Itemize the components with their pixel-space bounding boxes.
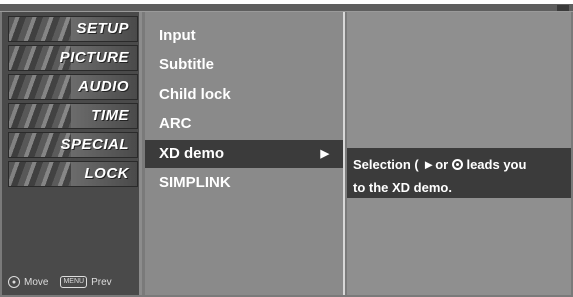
- arrow-right-icon: ▶: [320, 148, 329, 160]
- sidebar-item-label: AUDIO: [78, 78, 129, 95]
- description-suffix: leads you: [466, 157, 527, 172]
- description-panel: Selection ( ►or leads you to the XD demo…: [347, 12, 571, 295]
- sidebar-item-label: PICTURE: [59, 49, 129, 66]
- special-submenu: Input Subtitle Child lock ARC XD demo ▶ …: [145, 12, 345, 295]
- menu-item-label: Child lock: [159, 86, 231, 103]
- sidebar-item-lock[interactable]: LOCK: [8, 161, 138, 187]
- sidebar-item-label: SETUP: [76, 20, 129, 37]
- menu-key-icon: MENU: [60, 276, 88, 288]
- move-icon: ●: [8, 276, 20, 288]
- sidebar-item-label: LOCK: [84, 165, 129, 182]
- prev-label: Prev: [91, 276, 112, 288]
- menu-item-label: ARC: [159, 115, 192, 132]
- menu-item-label: SIMPLINK: [159, 174, 231, 191]
- sidebar-item-picture[interactable]: PICTURE: [8, 45, 138, 71]
- description-line-2: to the XD demo.: [353, 180, 452, 195]
- description-text: Selection ( ►or leads you to the XD demo…: [347, 148, 571, 198]
- sidebar-item-setup[interactable]: SETUP: [8, 16, 138, 42]
- description-prefix: Selection ( ►: [353, 157, 436, 172]
- sidebar-item-special[interactable]: SPECIAL: [8, 132, 138, 158]
- description-middle: or: [435, 157, 449, 172]
- sidebar-footer: ● Move MENU Prev: [8, 275, 140, 289]
- menu-item-xd-demo[interactable]: XD demo ▶: [145, 140, 343, 168]
- time-icon: [9, 104, 71, 128]
- top-bar: [0, 4, 573, 12]
- menu-item-simplink[interactable]: SIMPLINK: [145, 169, 343, 197]
- menu-item-label: Subtitle: [159, 56, 214, 73]
- audio-icon: [9, 75, 71, 99]
- sidebar-item-label: SPECIAL: [60, 136, 129, 153]
- setup-icon: [9, 17, 71, 41]
- move-label: Move: [24, 276, 49, 288]
- top-bar-notch: [557, 5, 569, 11]
- menu-item-label: XD demo: [159, 145, 225, 162]
- sidebar-item-audio[interactable]: AUDIO: [8, 74, 138, 100]
- ok-button-icon: [451, 159, 463, 170]
- sidebar-item-label: TIME: [91, 107, 129, 124]
- sidebar-item-time[interactable]: TIME: [8, 103, 138, 129]
- main-menu-sidebar: SETUP PICTURE AUDIO TIME SPECIAL LOCK ● …: [2, 12, 142, 295]
- menu-item-input[interactable]: Input: [145, 22, 343, 50]
- menu-item-arc[interactable]: ARC: [145, 110, 343, 138]
- menu-item-label: Input: [159, 27, 196, 44]
- lock-icon: [9, 162, 71, 186]
- menu-item-subtitle[interactable]: Subtitle: [145, 51, 343, 79]
- description-line-1: Selection ( ►or leads you: [353, 153, 567, 176]
- menu-item-child-lock[interactable]: Child lock: [145, 81, 343, 109]
